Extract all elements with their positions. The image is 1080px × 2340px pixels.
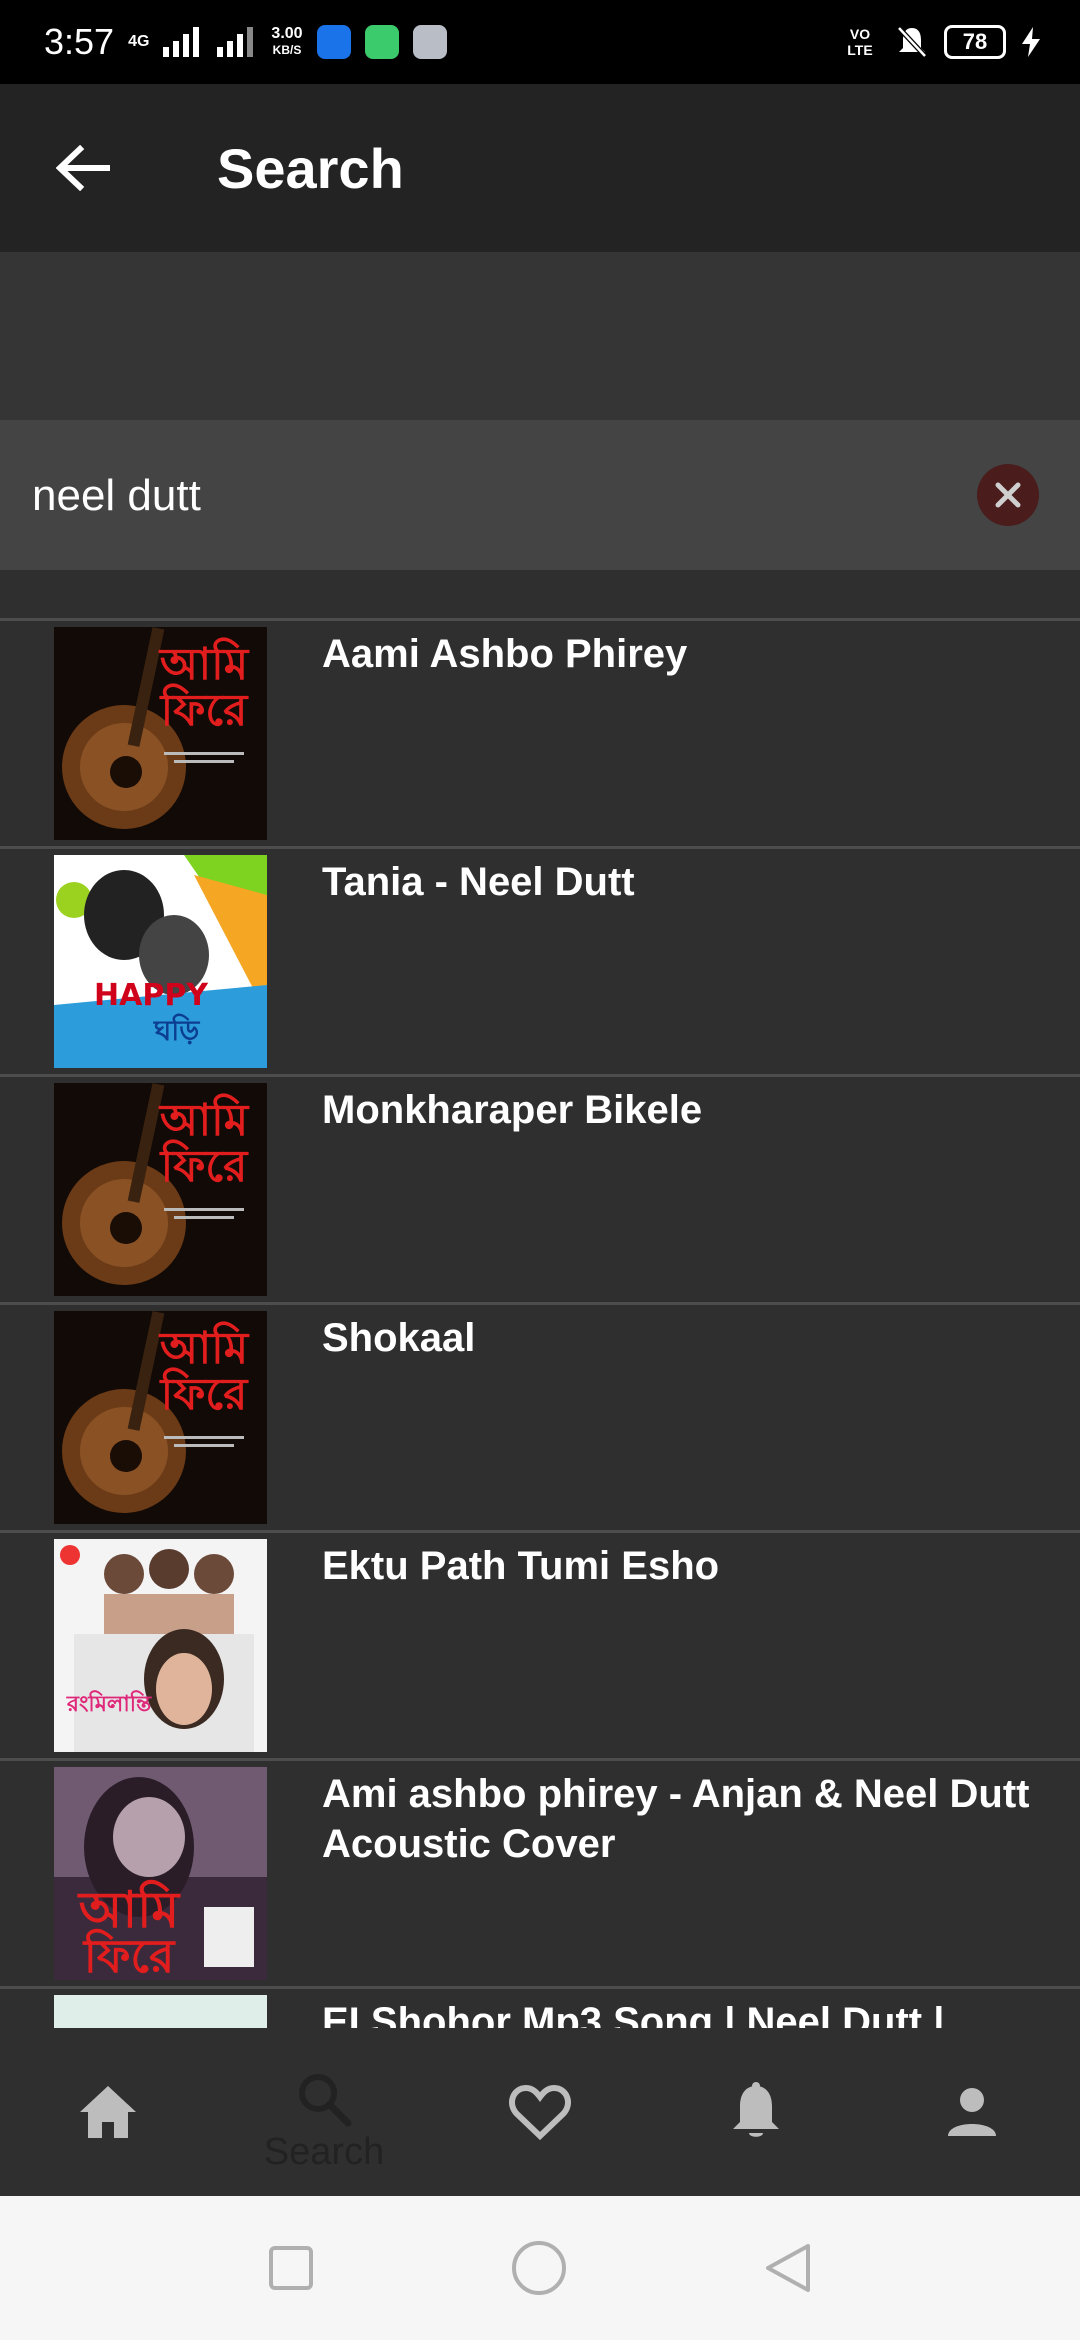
list-item[interactable]: আমি ফিরে Shokaal [0,1302,1080,1530]
recents-button[interactable] [268,2245,314,2291]
album-art: আমি ফিরে [54,1767,267,1980]
list-item[interactable]: আমি ফিরে Ami ashbo phirey - Anjan & Neel… [0,1758,1080,1986]
bell-icon [733,2082,779,2137]
album-art: রংমিলান্তি [54,1539,267,1752]
list-item[interactable]: EI Shohor Mp3 Song | Neel Dutt | [0,1986,1080,2028]
svg-text:ফিরে: ফিরে [159,683,249,736]
mute-bell-icon [897,26,927,58]
song-title: Shokaal [322,1316,476,1360]
drive-icon [412,25,447,59]
album-art [54,1995,267,2028]
page-title: Search [217,136,404,200]
home-button[interactable] [511,2240,567,2296]
nav-favorites[interactable] [460,2028,620,2196]
app-bar: Search [0,84,1080,252]
nav-profile[interactable] [892,2028,1052,2196]
song-title: Tania - Neel Dutt [322,860,635,904]
signal-icon [163,27,200,57]
back-button[interactable] [48,133,118,203]
search-input[interactable] [30,465,934,527]
song-title: EI Shohor Mp3 Song | Neel Dutt | [322,2000,945,2028]
back-arrow-icon [56,145,110,191]
battery-level: 78 [962,29,988,54]
song-title: Monkharaper Bikele [322,1088,703,1132]
system-nav-bar [0,2196,1080,2340]
svg-text:আমি: আমি [158,1321,250,1374]
nav-search[interactable]: Search [244,2028,404,2196]
list-item[interactable]: রংমিলান্তি Ektu Path Tumi Esho [0,1530,1080,1758]
status-time: 3:57 [44,21,115,62]
person-icon [948,2088,996,2136]
svg-text:আমি: আমি [158,1093,250,1146]
album-art: আমি ফিরে [54,1083,267,1296]
signal-icon [217,27,254,57]
list-item[interactable]: আমি ফিরে Aami Ashbo Phirey [0,618,1080,846]
charging-icon [1022,27,1040,57]
usb-icon [316,25,351,59]
heart-icon [509,2084,571,2140]
song-title: Aami Ashbo Phirey [322,632,688,676]
svg-text:রংমিলান্তি: রংমিলান্তি [66,1690,152,1717]
nav-notifications[interactable] [676,2028,836,2196]
clear-search-button[interactable] [977,464,1039,526]
network-speed: 3.00 KB/S [271,25,303,58]
home-icon [80,2086,136,2138]
results-list: আমি ফিরে Aami Ashbo Phirey HAPPY ঘড়ি Ta… [0,618,1080,2028]
nav-home[interactable] [28,2028,188,2196]
header-spacer [0,252,1080,420]
close-icon [995,482,1021,508]
svg-text:ফিরে: ফিরে [82,1928,176,1980]
svg-text:ঘড়ি: ঘড়ি [153,1013,200,1047]
back-button-system[interactable] [764,2242,812,2294]
song-title: Ektu Path Tumi Esho [322,1544,720,1588]
bottom-nav: Search [0,2028,1080,2196]
nav-search-label: Search [263,2130,385,2173]
chat-app-icon [364,25,399,59]
song-title: Ami ashbo phirey - Anjan & Neel Dutt Aco… [322,1772,1030,1866]
album-art: আমি ফিরে [54,1311,267,1524]
list-item[interactable]: HAPPY ঘড়ি Tania - Neel Dutt [0,846,1080,1074]
svg-text:HAPPY: HAPPY [94,978,209,1013]
network-type: 4G [128,33,150,50]
album-art: HAPPY ঘড়ি [54,855,267,1068]
svg-text:ফিরে: ফিরে [159,1367,249,1420]
svg-text:আমি: আমি [158,637,250,690]
search-icon [299,2073,352,2126]
status-bar: 3:57 4G 3.00 KB/S VO LTE 78 [0,0,1080,84]
list-item[interactable]: আমি ফিরে Monkharaper Bikele [0,1074,1080,1302]
search-bar [0,420,1080,570]
battery-indicator: 78 [944,25,1006,59]
album-art: আমি ফিরে [54,627,267,840]
volte-indicator: VO LTE [847,26,873,58]
svg-text:ফিরে: ফিরে [159,1139,249,1192]
